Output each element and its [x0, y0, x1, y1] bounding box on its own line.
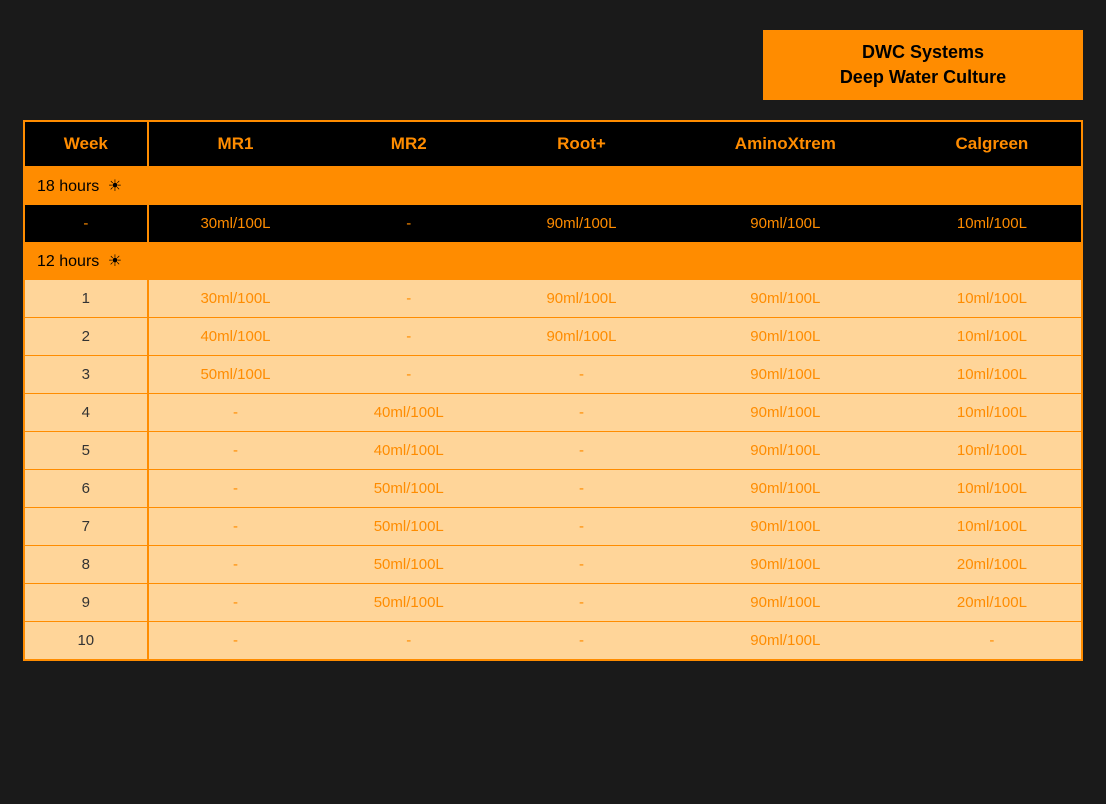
main-table: Week MR1 MR2 Root+ AminoXtrem Calgreen 1… — [25, 122, 1081, 659]
cell-12h-7-mr1: - — [148, 508, 323, 546]
section-18h-label: 18 hours ☀ — [25, 167, 1081, 205]
cell-12h-4-mr2: 40ml/100L — [322, 394, 495, 432]
cell-12h-6-mr2: 50ml/100L — [322, 470, 495, 508]
cell-12h-3-mr1: 50ml/100L — [148, 356, 323, 394]
cell-12h-10-calgreen: - — [903, 622, 1081, 660]
sun-icon-18h: ☀ — [108, 176, 122, 196]
col-calgreen: Calgreen — [903, 122, 1081, 167]
cell-12h-4-aminoxtrem: 90ml/100L — [668, 394, 903, 432]
cell-12h-10-rootplus: - — [495, 622, 668, 660]
page-container: DWC Systems Deep Water Culture Week MR1 … — [23, 20, 1083, 661]
cell-12h-1-mr2: - — [322, 280, 495, 318]
cell-12h-3-aminoxtrem: 90ml/100L — [668, 356, 903, 394]
cell-12h-1-mr1: 30ml/100L — [148, 280, 323, 318]
cell-12h-9-rootplus: - — [495, 584, 668, 622]
col-mr1: MR1 — [148, 122, 323, 167]
cell-12h-1-week: 1 — [25, 280, 148, 318]
cell-12h-2-calgreen: 10ml/100L — [903, 318, 1081, 356]
cell-12h-1-rootplus: 90ml/100L — [495, 280, 668, 318]
row-12h-4: 4 - 40ml/100L - 90ml/100L 10ml/100L — [25, 394, 1081, 432]
col-rootplus: Root+ — [495, 122, 668, 167]
cell-12h-4-rootplus: - — [495, 394, 668, 432]
cell-12h-10-mr2: - — [322, 622, 495, 660]
cell-18h-1-rootplus: 90ml/100L — [495, 205, 668, 243]
cell-12h-8-mr1: - — [148, 546, 323, 584]
cell-12h-8-rootplus: - — [495, 546, 668, 584]
cell-12h-2-rootplus: 90ml/100L — [495, 318, 668, 356]
cell-12h-10-week: 10 — [25, 622, 148, 660]
cell-12h-9-mr2: 50ml/100L — [322, 584, 495, 622]
cell-12h-5-rootplus: - — [495, 432, 668, 470]
section-12h-label: 12 hours ☀ — [25, 243, 1081, 280]
cell-12h-5-mr2: 40ml/100L — [322, 432, 495, 470]
cell-12h-8-aminoxtrem: 90ml/100L — [668, 546, 903, 584]
row-12h-7: 7 - 50ml/100L - 90ml/100L 10ml/100L — [25, 508, 1081, 546]
table-header-row: Week MR1 MR2 Root+ AminoXtrem Calgreen — [25, 122, 1081, 167]
cell-12h-8-mr2: 50ml/100L — [322, 546, 495, 584]
cell-12h-6-calgreen: 10ml/100L — [903, 470, 1081, 508]
cell-12h-6-rootplus: - — [495, 470, 668, 508]
row-12h-10: 10 - - - 90ml/100L - — [25, 622, 1081, 660]
cell-18h-1-mr2: - — [322, 205, 495, 243]
cell-12h-4-mr1: - — [148, 394, 323, 432]
cell-18h-1-mr1: 30ml/100L — [148, 205, 323, 243]
cell-18h-1-calgreen: 10ml/100L — [903, 205, 1081, 243]
section-12h-header: 12 hours ☀ — [25, 243, 1081, 280]
cell-12h-5-week: 5 — [25, 432, 148, 470]
cell-12h-6-aminoxtrem: 90ml/100L — [668, 470, 903, 508]
section-18h-header: 18 hours ☀ — [25, 167, 1081, 205]
cell-12h-9-mr1: - — [148, 584, 323, 622]
cell-18h-1-week: - — [25, 205, 148, 243]
cell-12h-4-week: 4 — [25, 394, 148, 432]
cell-12h-8-week: 8 — [25, 546, 148, 584]
sun-icon-12h: ☀ — [108, 251, 122, 271]
table-wrapper: Week MR1 MR2 Root+ AminoXtrem Calgreen 1… — [23, 120, 1083, 661]
cell-12h-2-aminoxtrem: 90ml/100L — [668, 318, 903, 356]
row-12h-6: 6 - 50ml/100L - 90ml/100L 10ml/100L — [25, 470, 1081, 508]
cell-12h-6-week: 6 — [25, 470, 148, 508]
cell-12h-1-calgreen: 10ml/100L — [903, 280, 1081, 318]
cell-12h-3-week: 3 — [25, 356, 148, 394]
cell-12h-7-rootplus: - — [495, 508, 668, 546]
cell-12h-9-week: 9 — [25, 584, 148, 622]
cell-12h-10-mr1: - — [148, 622, 323, 660]
cell-12h-2-week: 2 — [25, 318, 148, 356]
col-aminoxtrem: AminoXtrem — [668, 122, 903, 167]
row-12h-9: 9 - 50ml/100L - 90ml/100L 20ml/100L — [25, 584, 1081, 622]
cell-12h-10-aminoxtrem: 90ml/100L — [668, 622, 903, 660]
row-12h-2: 2 40ml/100L - 90ml/100L 90ml/100L 10ml/1… — [25, 318, 1081, 356]
header-title-line2: Deep Water Culture — [840, 67, 1006, 87]
cell-12h-3-rootplus: - — [495, 356, 668, 394]
cell-12h-7-calgreen: 10ml/100L — [903, 508, 1081, 546]
cell-12h-2-mr1: 40ml/100L — [148, 318, 323, 356]
row-12h-5: 5 - 40ml/100L - 90ml/100L 10ml/100L — [25, 432, 1081, 470]
cell-12h-5-mr1: - — [148, 432, 323, 470]
cell-12h-7-mr2: 50ml/100L — [322, 508, 495, 546]
cell-12h-7-week: 7 — [25, 508, 148, 546]
cell-12h-2-mr2: - — [322, 318, 495, 356]
header-banner: DWC Systems Deep Water Culture — [763, 30, 1083, 100]
cell-12h-3-calgreen: 10ml/100L — [903, 356, 1081, 394]
cell-12h-4-calgreen: 10ml/100L — [903, 394, 1081, 432]
row-12h-1: 1 30ml/100L - 90ml/100L 90ml/100L 10ml/1… — [25, 280, 1081, 318]
cell-12h-1-aminoxtrem: 90ml/100L — [668, 280, 903, 318]
row-18h-1: - 30ml/100L - 90ml/100L 90ml/100L 10ml/1… — [25, 205, 1081, 243]
cell-18h-1-aminoxtrem: 90ml/100L — [668, 205, 903, 243]
row-12h-8: 8 - 50ml/100L - 90ml/100L 20ml/100L — [25, 546, 1081, 584]
cell-12h-7-aminoxtrem: 90ml/100L — [668, 508, 903, 546]
cell-12h-5-aminoxtrem: 90ml/100L — [668, 432, 903, 470]
cell-12h-3-mr2: - — [322, 356, 495, 394]
cell-12h-6-mr1: - — [148, 470, 323, 508]
header-title-line1: DWC Systems — [862, 42, 984, 62]
row-12h-3: 3 50ml/100L - - 90ml/100L 10ml/100L — [25, 356, 1081, 394]
col-mr2: MR2 — [322, 122, 495, 167]
cell-12h-5-calgreen: 10ml/100L — [903, 432, 1081, 470]
cell-12h-9-calgreen: 20ml/100L — [903, 584, 1081, 622]
col-week: Week — [25, 122, 148, 167]
cell-12h-9-aminoxtrem: 90ml/100L — [668, 584, 903, 622]
cell-12h-8-calgreen: 20ml/100L — [903, 546, 1081, 584]
